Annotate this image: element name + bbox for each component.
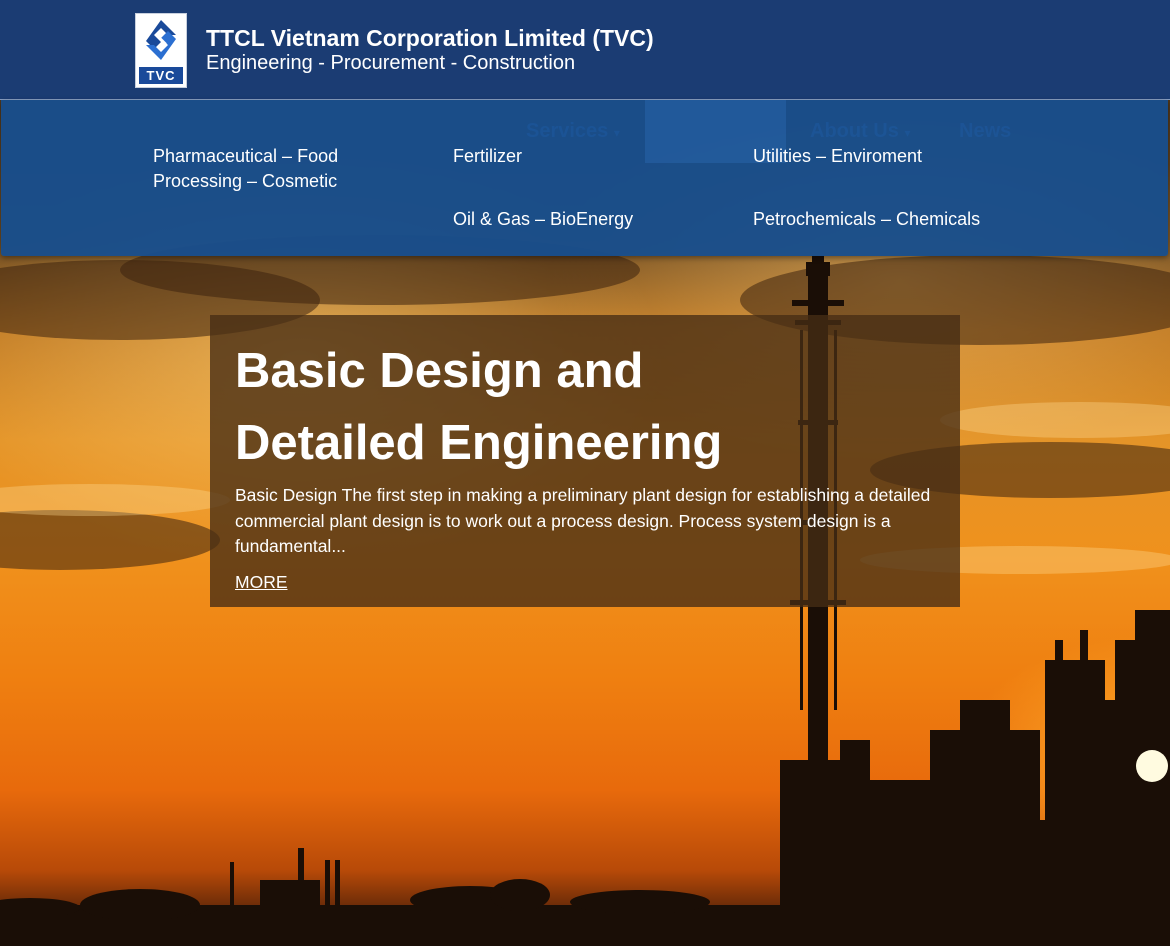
slide-description: Basic Design The first step in making a … — [235, 485, 931, 556]
nav-services-label: Services — [526, 120, 609, 142]
logo-mark — [146, 20, 176, 60]
nav-services[interactable]: Services ▾ — [526, 120, 620, 143]
nav-about[interactable]: About Us ▾ — [810, 120, 910, 143]
slide-title: Basic Design and Detailed Engineering — [235, 344, 723, 470]
menu-item-pharmaceutical[interactable]: Pharmaceutical – Food Processing – Cosme… — [153, 144, 363, 194]
menu-item-fertilizer[interactable]: Fertilizer — [453, 144, 522, 169]
menu-item-petrochemicals[interactable]: Petrochemicals – Chemicals — [753, 207, 980, 232]
tvc-logo-icon[interactable]: TVC — [135, 13, 187, 88]
menu-item-oil-gas[interactable]: Oil & Gas – BioEnergy — [453, 207, 633, 232]
chevron-down-icon: ▾ — [904, 126, 911, 140]
brand-title[interactable]: TTCL Vietnam Corporation Limited (TVC) — [206, 25, 654, 52]
nav-news[interactable]: News — [959, 120, 1011, 143]
brand-subtitle: Engineering - Procurement - Construction — [206, 52, 576, 74]
slide-caption: Basic Design and Detailed Engineering Ba… — [210, 315, 960, 607]
nav-about-label: About Us — [810, 120, 899, 142]
more-link[interactable]: MORE — [235, 572, 288, 593]
menu-item-utilities[interactable]: Utilities – Enviroment — [753, 144, 922, 169]
chevron-down-icon: ▾ — [613, 126, 620, 140]
site-header: TVC TTCL Vietnam Corporation Limited (TV… — [0, 0, 1170, 100]
services-mega-menu: Services ▾ About Us ▾ News Pharmaceutica… — [1, 100, 1168, 256]
logo-text: TVC — [139, 67, 183, 84]
